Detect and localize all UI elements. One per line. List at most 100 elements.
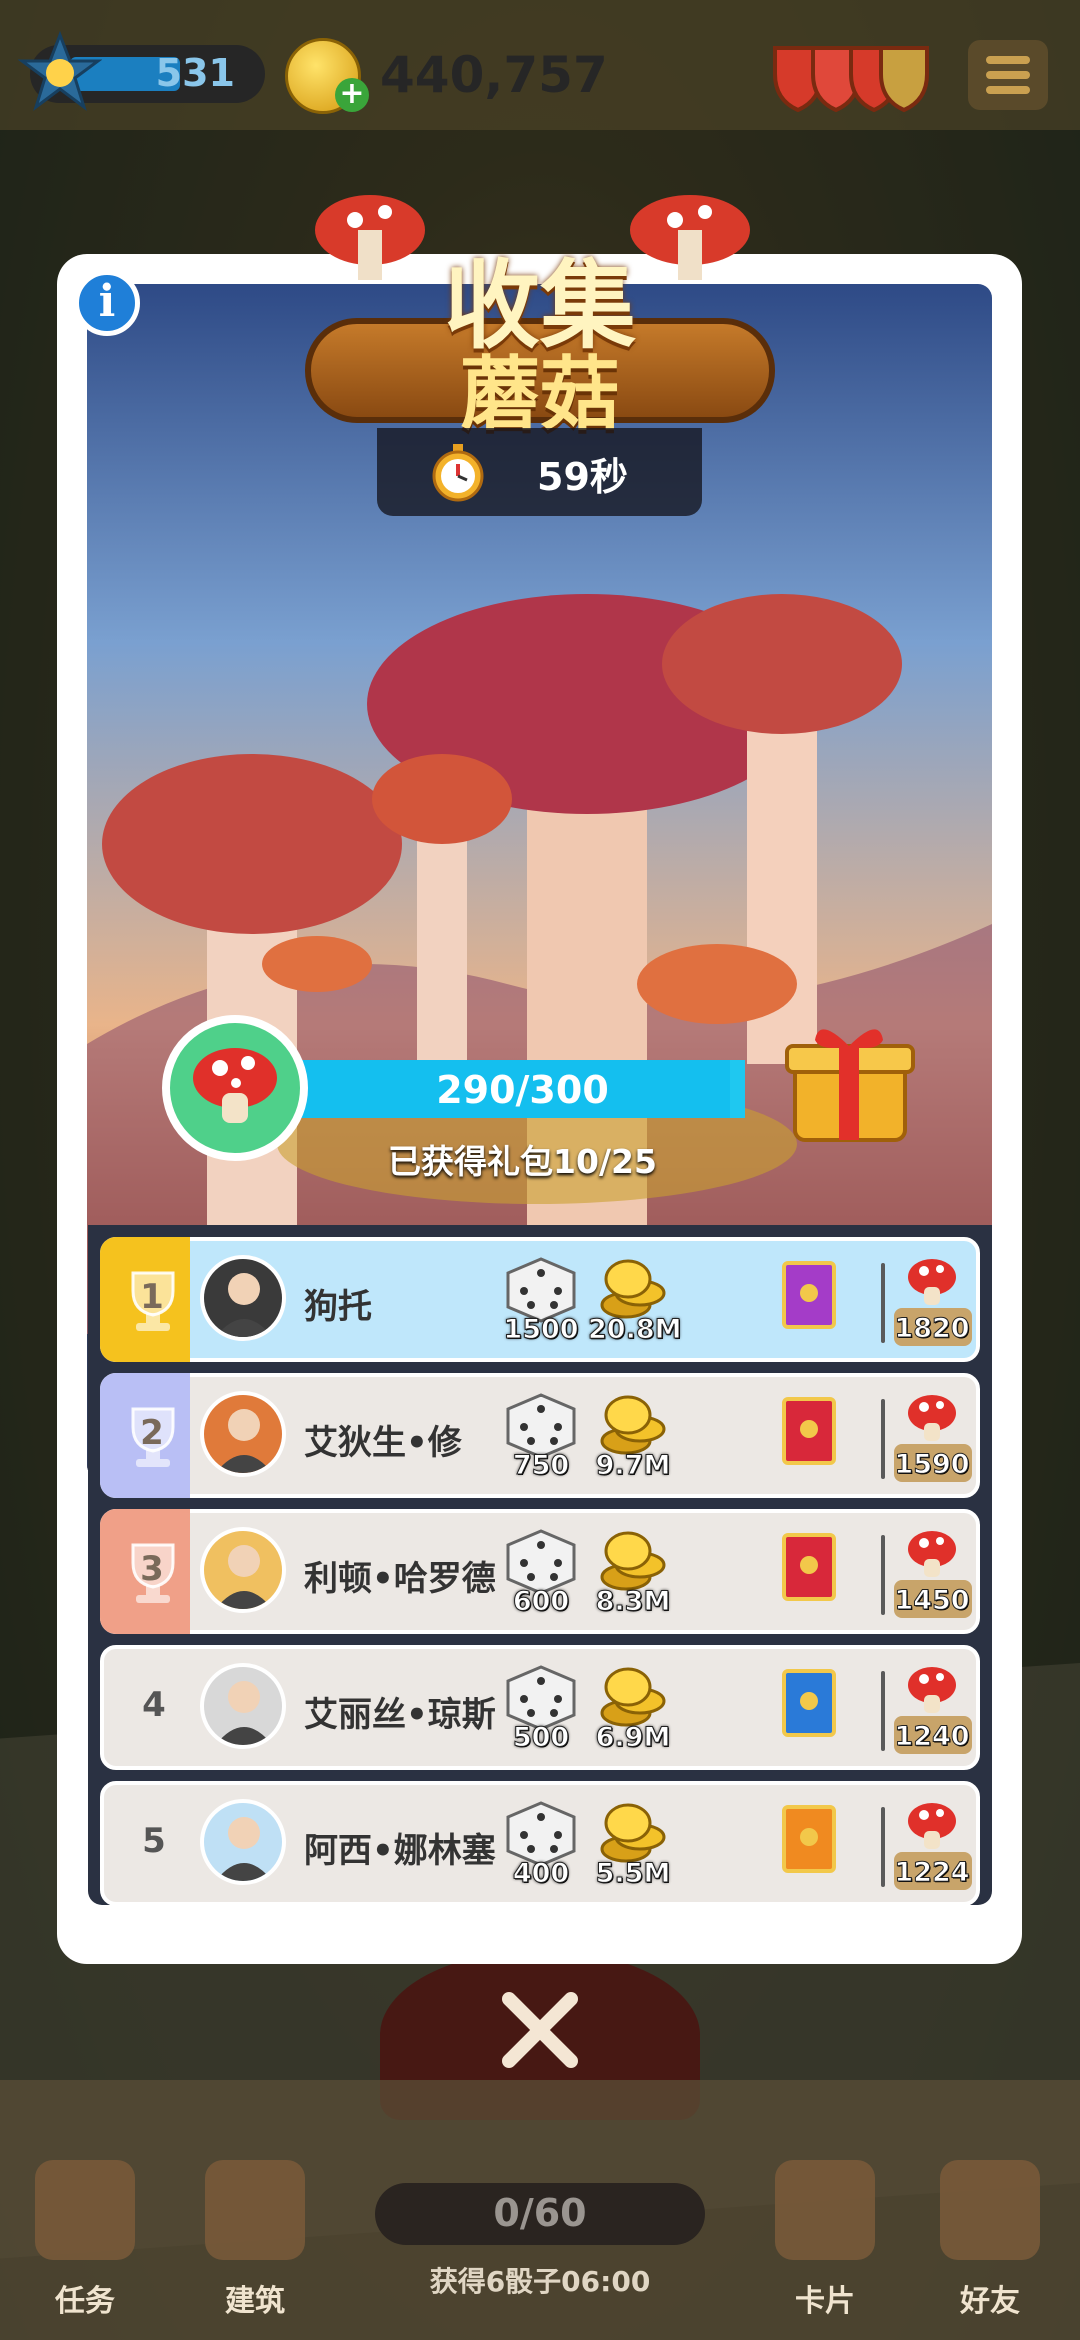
- row-divider: [881, 1671, 885, 1751]
- dice-reward: 1500: [496, 1255, 586, 1347]
- coin-reward: 8.3M: [588, 1527, 678, 1619]
- row-divider: [881, 1535, 885, 1615]
- leaderboard-row[interactable]: 5 阿西•娜林塞 400 5.5M 1224: [100, 1781, 980, 1906]
- coin-amount: 20.8M: [588, 1314, 683, 1346]
- card-pack-reward: [776, 1255, 866, 1347]
- dice-refill-timer: 获得6骰子06:00: [429, 2265, 651, 2298]
- leaderboard-row[interactable]: 3 利顿•哈罗德 600 8.3M 1450: [100, 1509, 980, 1634]
- mushroom-icon: [193, 1048, 277, 1123]
- dice-reward: 750: [496, 1391, 586, 1483]
- card-pack-reward: [776, 1527, 866, 1619]
- player-avatar[interactable]: [200, 1391, 286, 1477]
- mushroom-icon: [908, 1803, 956, 1849]
- level-indicator[interactable]: 531: [18, 31, 265, 111]
- card-pack-reward: [776, 1799, 866, 1891]
- anchor-star-icon: [18, 31, 102, 111]
- hamburger-menu-icon[interactable]: [968, 40, 1048, 110]
- coin-reward: 6.9M: [588, 1663, 678, 1755]
- level-number: 531: [155, 51, 235, 95]
- rank-number: 3: [140, 1549, 164, 1589]
- card-pack-icon: [782, 1805, 836, 1873]
- nav-build[interactable]: 建筑: [180, 2160, 330, 2330]
- dice-count: 0/60: [493, 2191, 587, 2235]
- coin-reward: 20.8M: [588, 1255, 683, 1347]
- row-divider: [881, 1807, 885, 1887]
- rank-number: 4: [142, 1685, 166, 1725]
- coin-balance: 440,757: [380, 46, 608, 104]
- nav-label: 好友: [960, 2284, 1020, 2319]
- dice-reward: 600: [496, 1527, 586, 1619]
- dice-amount: 400: [512, 1858, 570, 1890]
- leaderboard-row[interactable]: 2 艾狄生•修 750 9.7M 1590: [100, 1373, 980, 1498]
- card-pack-reward: [776, 1391, 866, 1483]
- add-coins-button[interactable]: +: [335, 78, 369, 112]
- packs-earned-text: 已获得礼包10/25: [388, 1142, 657, 1181]
- mushroom-count: 1224: [894, 1857, 970, 1889]
- nav-tasks[interactable]: 任务: [10, 2160, 160, 2330]
- mushroom-count: 1590: [894, 1449, 970, 1481]
- card-pack-reward: [776, 1663, 866, 1755]
- nav-label: 建筑: [225, 2284, 285, 2319]
- coin-amount: 9.7M: [595, 1450, 671, 1482]
- coin-reward: 5.5M: [588, 1799, 678, 1891]
- mushroom-score: 1240: [890, 1663, 974, 1758]
- card-pack-icon: [782, 1261, 836, 1329]
- player-name: 阿西•娜林塞: [304, 1831, 496, 1871]
- rank-number: 5: [142, 1821, 166, 1861]
- player-name: 艾丽丝•琼斯: [304, 1695, 496, 1735]
- dice-amount: 500: [512, 1722, 570, 1754]
- player-avatar[interactable]: [200, 1663, 286, 1749]
- progress-text: 290/300: [436, 1068, 609, 1112]
- tasks-icon: [35, 2160, 135, 2260]
- leaderboard: 1 狗托 1500 20.8M 1820 2 艾狄生•修 750 9.7M 15…: [88, 1225, 992, 1906]
- nav-cards[interactable]: 卡片: [750, 2160, 900, 2330]
- dice-reward: 400: [496, 1799, 586, 1891]
- dice-reward: 500: [496, 1663, 586, 1755]
- leaderboard-row[interactable]: 4 艾丽丝•琼斯 500 6.9M 1240: [100, 1645, 980, 1770]
- gift-box-icon[interactable]: [773, 1000, 923, 1150]
- mushroom-score: 1450: [890, 1527, 974, 1622]
- info-button[interactable]: i: [74, 270, 140, 336]
- card-pack-icon: [782, 1397, 836, 1465]
- build-icon: [205, 2160, 305, 2260]
- dice-amount: 750: [512, 1450, 570, 1482]
- rank-number: 1: [140, 1277, 164, 1317]
- mushroom-badge: [162, 1015, 308, 1161]
- nav-label: 卡片: [795, 2284, 855, 2319]
- leaderboard-row[interactable]: 1 狗托 1500 20.8M 1820: [100, 1237, 980, 1362]
- coin-amount: 5.5M: [595, 1858, 671, 1890]
- coin-reward: 9.7M: [588, 1391, 678, 1483]
- player-name: 艾狄生•修: [304, 1423, 462, 1463]
- nav-friends[interactable]: 好友: [915, 2160, 1065, 2330]
- cards-icon: [775, 2160, 875, 2260]
- mushroom-count: 1240: [894, 1721, 970, 1753]
- mushroom-icon: [908, 1395, 956, 1441]
- mushroom-icon: [908, 1259, 956, 1305]
- mushroom-score: 1590: [890, 1391, 974, 1486]
- player-avatar[interactable]: [200, 1799, 286, 1885]
- close-icon[interactable]: [495, 1985, 585, 2075]
- player-avatar[interactable]: [200, 1527, 286, 1613]
- friends-icon: [940, 2160, 1040, 2260]
- timer-text: 59秒: [537, 455, 628, 499]
- player-name: 利顿•哈罗德: [304, 1559, 496, 1599]
- event-progress-bar: 290/300: [300, 1060, 745, 1118]
- coin-amount: 6.9M: [595, 1722, 671, 1754]
- rank-number: 2: [140, 1413, 164, 1453]
- mushroom-icon: [908, 1667, 956, 1713]
- card-pack-icon: [782, 1533, 836, 1601]
- shields-icon[interactable]: [765, 36, 935, 116]
- event-timer: 59秒: [377, 428, 702, 516]
- nav-label: 任务: [55, 2284, 115, 2319]
- player-avatar[interactable]: [200, 1255, 286, 1341]
- player-name: 狗托: [304, 1287, 372, 1327]
- dice-amount: 1500: [503, 1314, 579, 1346]
- mushroom-count: 1450: [894, 1585, 970, 1617]
- row-divider: [881, 1399, 885, 1479]
- coin-amount: 8.3M: [595, 1586, 671, 1618]
- top-bar: 531 + 440,757: [0, 0, 1080, 130]
- mushroom-score: 1820: [890, 1255, 974, 1350]
- mushroom-count: 1820: [894, 1313, 970, 1345]
- row-divider: [881, 1263, 885, 1343]
- mushroom-icon: [908, 1531, 956, 1577]
